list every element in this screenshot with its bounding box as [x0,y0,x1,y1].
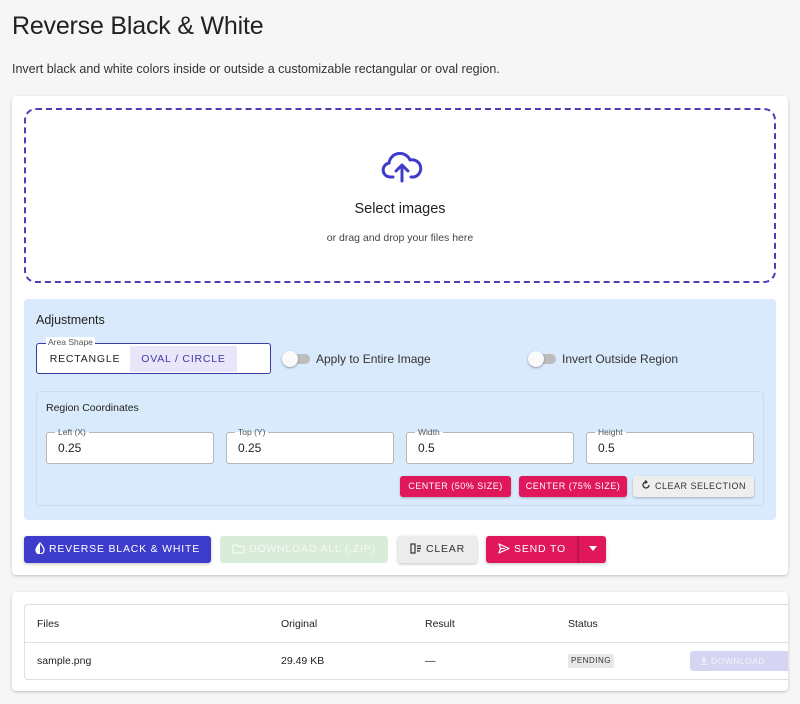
file-name-cell: sample.png [37,655,92,667]
center-50-button[interactable]: CENTER (50% SIZE) [400,476,511,497]
contrast-drop-icon [35,542,45,555]
invert-outside-region-label: Invert Outside Region [562,352,679,366]
reverse-label: REVERSE BLACK & WHITE [49,543,200,555]
row-download-button[interactable]: DOWNLOAD [690,651,788,671]
result-cell: — [425,655,436,667]
apply-entire-image-label: Apply to Entire Image [316,352,431,366]
left-x-input[interactable] [58,441,198,455]
header-divider [25,642,788,643]
column-header-files: Files [37,618,60,630]
shape-oval-button[interactable]: OVAL / CIRCLE [130,346,237,372]
height-label: Height [595,427,626,437]
send-to-button[interactable]: SEND TO [486,536,578,563]
switch-thumb [282,351,298,367]
top-y-field: Top (Y) [226,427,394,464]
image-dropzone[interactable]: Select images or drag and drop your file… [24,108,776,283]
clear-selection-label: CLEAR SELECTION [654,481,747,491]
width-label: Width [415,427,443,437]
clear-selection-button[interactable]: CLEAR SELECTION [633,476,754,497]
column-header-result: Result [425,618,455,630]
clear-label: CLEAR [425,543,465,555]
column-header-original: Original [281,618,318,630]
download-all-label: DOWNLOAD ALL (.ZIP) [249,543,376,555]
left-x-label: Left (X) [55,427,89,437]
region-coordinates-title: Region Coordinates [46,402,139,414]
clear-list-icon [410,543,421,554]
original-size-cell: 29.49 KB [281,655,325,667]
top-y-input[interactable] [238,441,378,455]
center-75-button[interactable]: CENTER (75% SIZE) [519,476,627,497]
dropzone-subtitle: or drag and drop your files here [326,232,474,244]
column-header-status: Status [568,618,598,630]
height-input[interactable] [598,441,738,455]
page-title: Reverse Black & White [12,12,264,40]
send-icon [498,543,510,554]
files-card: Files Original Result Status sample.png … [12,592,788,691]
row-download-label: DOWNLOAD [711,656,766,666]
status-badge: PENDING [568,654,614,668]
shape-rectangle-button[interactable]: RECTANGLE [40,346,130,372]
files-table: Files Original Result Status sample.png … [24,604,788,680]
dropzone-title: Select images [354,201,446,217]
folder-zip-icon [232,544,245,554]
switch-thumb [528,351,544,367]
send-to-label: SEND TO [514,543,566,555]
adjustments-panel: Adjustments Area Shape RECTANGLE OVAL / … [24,299,776,520]
top-y-label: Top (Y) [235,427,269,437]
left-x-field: Left (X) [46,427,214,464]
reverse-black-white-button[interactable]: REVERSE BLACK & WHITE [24,536,211,563]
width-input[interactable] [418,441,558,455]
cloud-upload-icon [381,151,423,183]
clear-button[interactable]: CLEAR [398,536,477,563]
download-icon [700,656,708,665]
download-all-zip-button[interactable]: DOWNLOAD ALL (.ZIP) [220,536,388,563]
area-shape-toggle-group: Area Shape RECTANGLE OVAL / CIRCLE [36,337,271,374]
refresh-icon [642,479,650,489]
height-field: Height [586,427,754,464]
page-description: Invert black and white colors inside or … [12,62,500,76]
region-coordinates-box: Region Coordinates Left (X) Top (Y) Widt… [36,391,764,506]
tool-card: Select images or drag and drop your file… [12,96,788,575]
adjustments-title: Adjustments [36,313,105,327]
send-to-dropdown-button[interactable] [578,536,606,563]
width-field: Width [406,427,574,464]
caret-down-icon [588,546,597,551]
